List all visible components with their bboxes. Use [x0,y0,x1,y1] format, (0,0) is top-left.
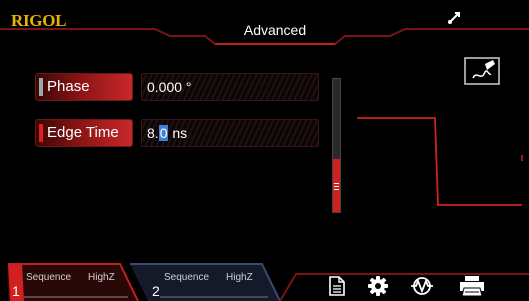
edge-time-value: 8.0 ns [147,125,188,141]
phase-value: 0.000 ° [147,79,192,95]
channel-1-number[interactable]: 1 [12,283,20,299]
channel-2-number[interactable]: 2 [152,283,160,299]
gear-icon[interactable] [368,276,388,296]
channel-1-impedance: HighZ [88,272,115,283]
file-icon[interactable] [329,276,345,296]
phase-label[interactable]: Phase [35,73,133,101]
phase-value-field[interactable]: 0.000 ° [141,73,319,101]
waveform-icon[interactable] [410,276,434,296]
scrollbar-thumb[interactable] [333,159,340,212]
edge-time-label-text: Edge Time [47,124,119,141]
edge-time-value-field[interactable]: 8.0 ns [141,119,319,147]
channel-2-mode: Sequence [164,272,210,283]
scrollbar[interactable] [332,78,341,213]
bottom-bar [8,263,529,301]
usb-icon [448,12,460,24]
page-title: Advanced [243,22,307,38]
edge-time-label[interactable]: Edge Time [35,119,133,147]
edit-touch-icon[interactable] [463,56,501,86]
channel-1-mode: Sequence [26,272,72,283]
channel-2-impedance: HighZ [226,272,253,283]
screen: RIGOL Advanced Phase 0.000 ° Edge Time 8… [0,0,529,301]
edit-cursor: 0 [158,125,169,141]
waveform-preview [357,117,523,206]
printer-icon[interactable] [458,275,486,297]
phase-indicator [39,78,43,96]
logo: RIGOL [11,11,67,30]
phase-label-text: Phase [47,78,90,95]
edge-time-indicator [39,124,43,142]
